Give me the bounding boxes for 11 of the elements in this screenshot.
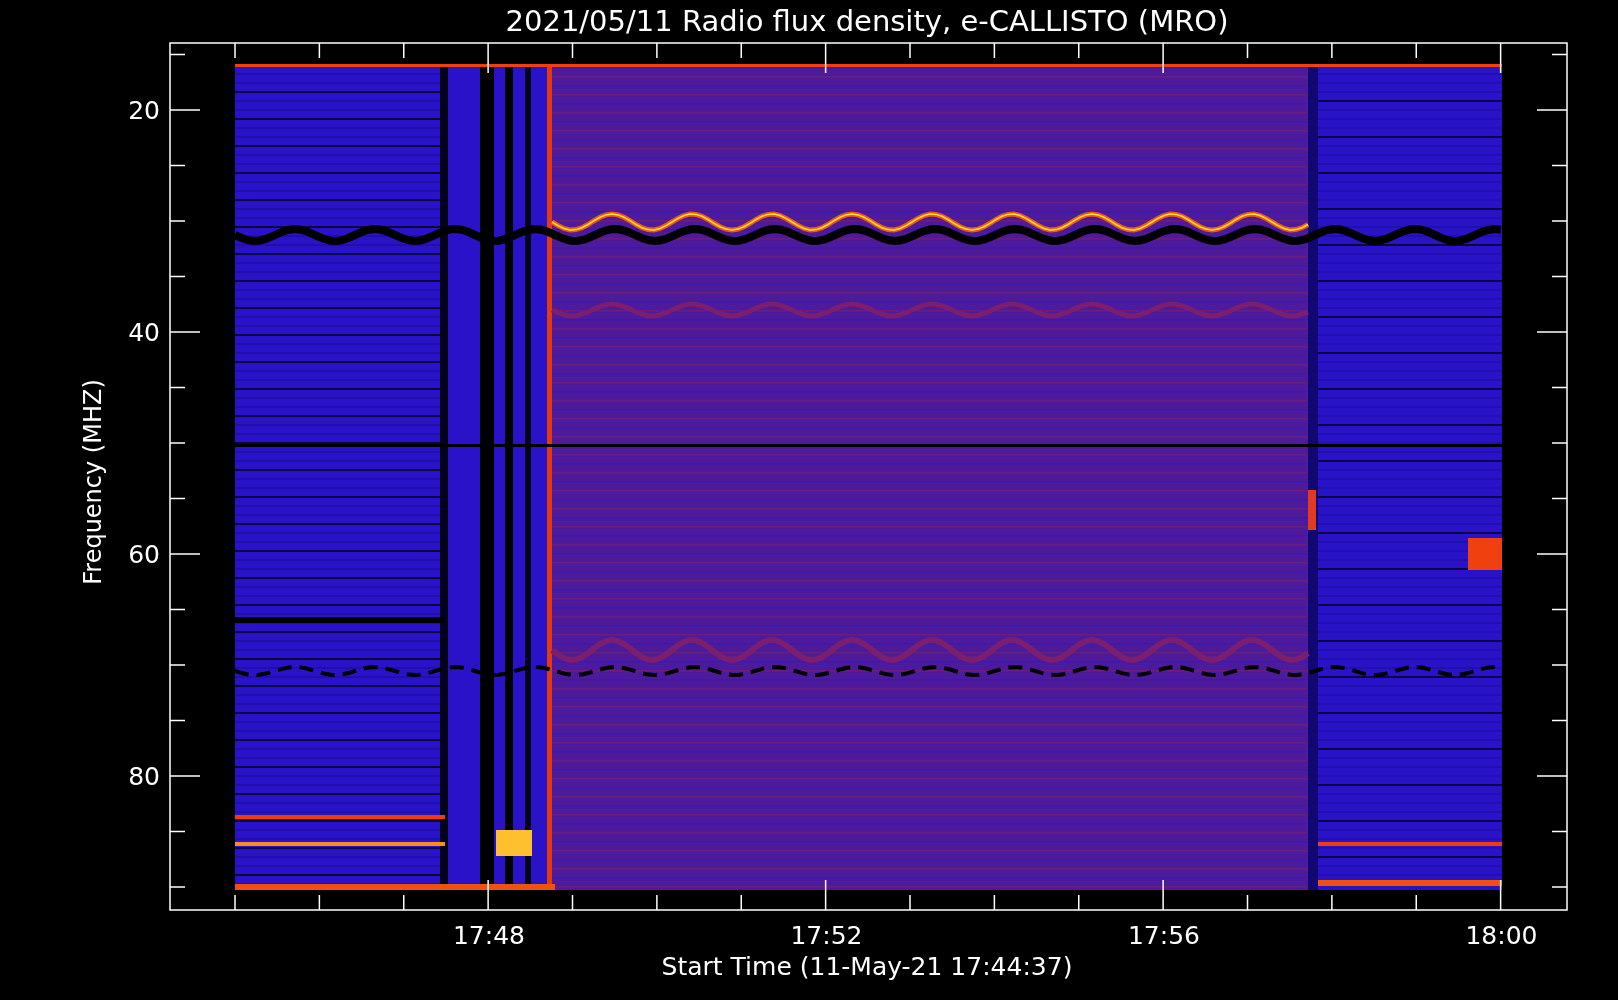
x-tick-label: 17:56 bbox=[1128, 921, 1200, 950]
x-tick-label: 18:00 bbox=[1465, 921, 1538, 950]
y-tick-label: 20 bbox=[128, 96, 160, 125]
x-axis-label: Start Time (11-May-21 17:44:37) bbox=[661, 952, 1073, 981]
y-tick-label: 40 bbox=[128, 318, 160, 347]
y-tick-label: 60 bbox=[128, 540, 160, 569]
x-tick-label: 17:48 bbox=[453, 921, 525, 950]
x-tick-label: 17:52 bbox=[790, 921, 863, 950]
chart-title: 2021/05/11 Radio flux density, e-CALLISTO (MRO) bbox=[505, 4, 1229, 38]
y-tick-label: 80 bbox=[128, 762, 160, 791]
y-axis-label: Frequency (MHZ) bbox=[79, 379, 107, 585]
